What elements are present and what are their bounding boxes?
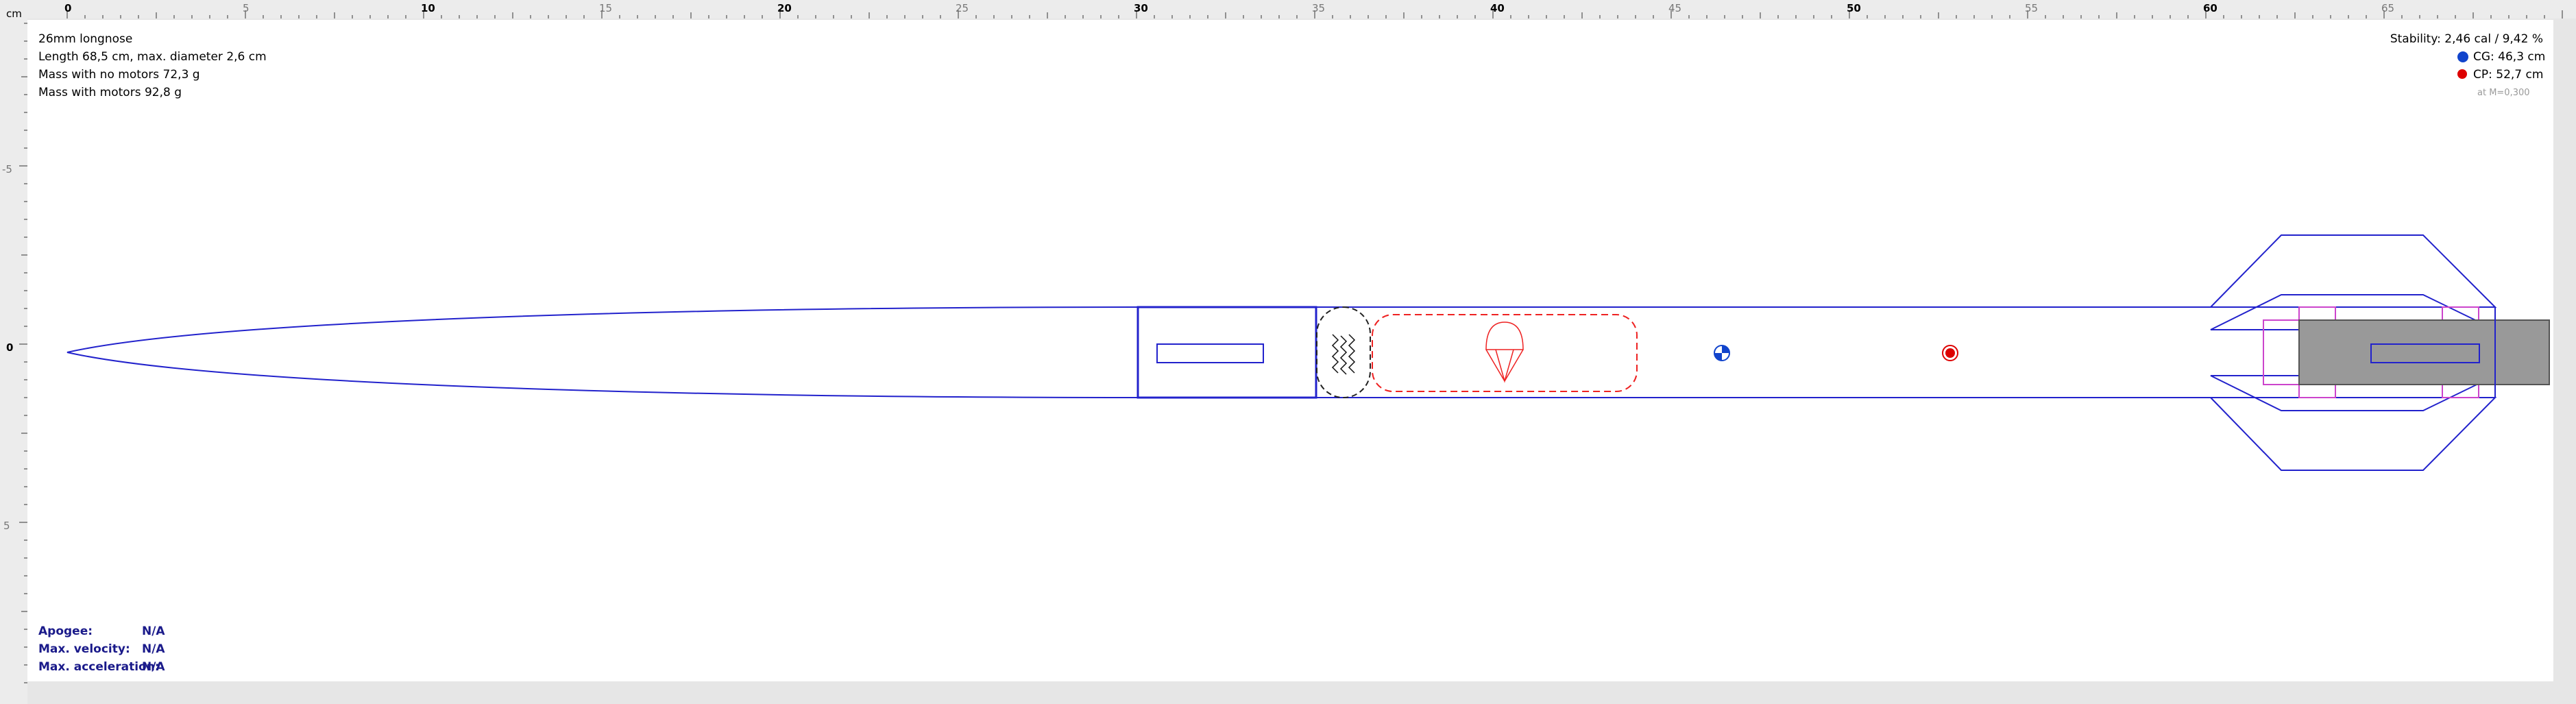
cp-legend-icon xyxy=(2457,69,2467,79)
apogee-value: N/A xyxy=(142,624,165,638)
shock-cord-zigzag xyxy=(1331,334,1356,375)
max-velocity-value: N/A xyxy=(142,642,165,656)
cg-legend-icon xyxy=(2457,51,2468,62)
fin-set-top[interactable] xyxy=(2209,234,2497,308)
apogee-label: Apogee: xyxy=(38,624,93,638)
rocket-design-view: cm 0 5 10 15 20 25 30 35 40 45 50 55 60 … xyxy=(0,0,2576,704)
stability-text: Stability: 2,46 cal / 9,42 % xyxy=(2390,32,2543,46)
max-acceleration-value: N/A xyxy=(142,660,165,674)
fin-set-bottom[interactable] xyxy=(2209,397,2497,471)
rocket-length: Length 68,5 cm, max. diameter 2,6 cm xyxy=(38,50,267,64)
shock-cord[interactable] xyxy=(1316,306,1371,398)
nose-cone[interactable] xyxy=(66,306,1139,398)
cg-value: CG: 46,3 cm xyxy=(2473,50,2546,64)
rocket-name: 26mm longnose xyxy=(38,32,133,46)
max-velocity-label: Max. velocity: xyxy=(38,642,130,656)
mach-note: at M=0,300 xyxy=(2477,88,2530,98)
motor[interactable] xyxy=(2298,319,2550,385)
cp-value: CP: 52,7 cm xyxy=(2473,68,2544,82)
nose-weight[interactable] xyxy=(1156,343,1264,363)
mass-with-motors: Mass with motors 92,8 g xyxy=(38,86,182,99)
mass-no-motors: Mass with no motors 72,3 g xyxy=(38,68,200,82)
cp-marker[interactable] xyxy=(1942,345,1958,361)
rocket-figure xyxy=(66,234,2550,471)
nose-shoulder[interactable] xyxy=(1137,306,1317,399)
cg-marker[interactable] xyxy=(1714,345,1730,361)
parachute-icon xyxy=(1485,321,1524,383)
